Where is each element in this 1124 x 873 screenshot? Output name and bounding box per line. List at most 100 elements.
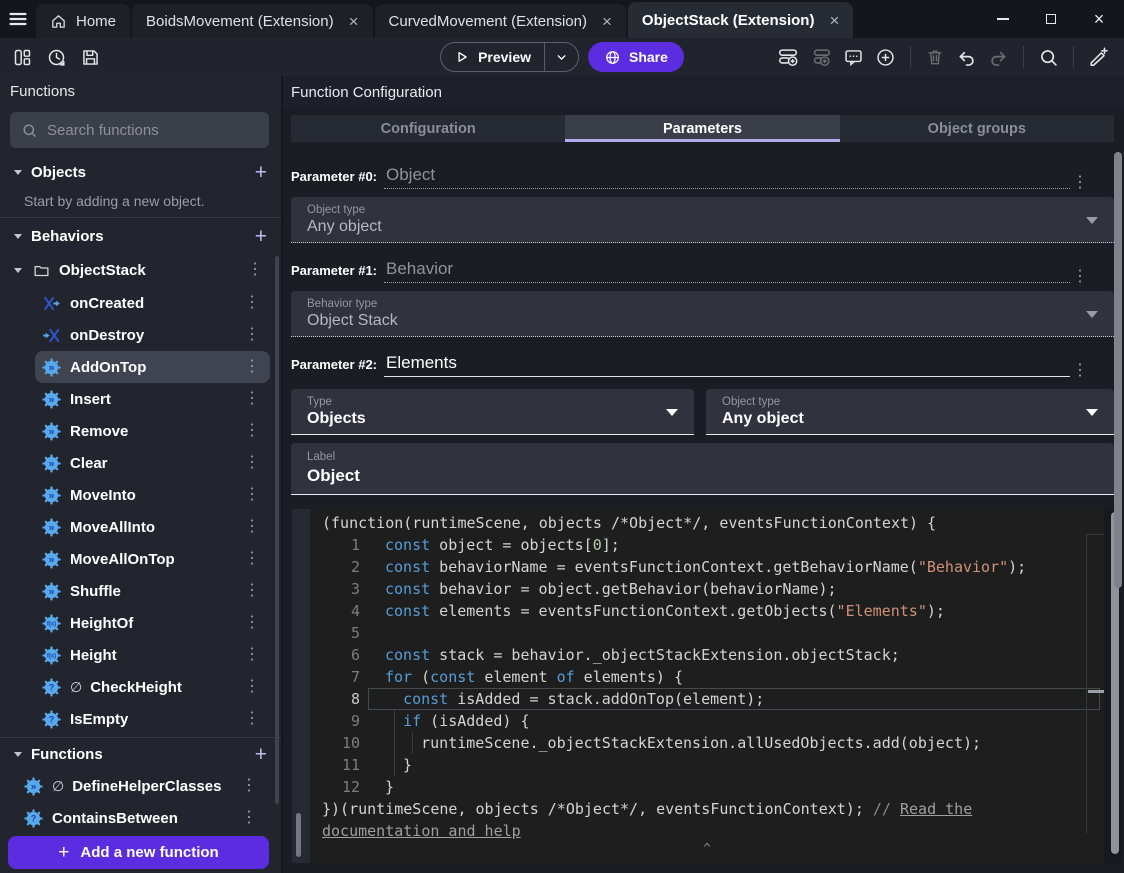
function-item-moveinto[interactable]: » MoveInto ⋮ (35, 479, 270, 511)
kebab-menu-icon[interactable]: ⋮ (241, 647, 263, 663)
add-event-icon[interactable] (777, 46, 799, 68)
code-line[interactable]: 9 if (isAdded) { (310, 710, 1104, 732)
save-icon[interactable] (80, 47, 101, 68)
kebab-menu-icon[interactable]: ⋮ (241, 487, 263, 503)
close-icon[interactable]: × (602, 13, 612, 30)
code-line[interactable]: 7 for (const element of elements) { (310, 666, 1104, 688)
tab-parameters[interactable]: Parameters (565, 115, 840, 142)
kebab-menu-icon[interactable]: ⋮ (1072, 360, 1088, 380)
code-line[interactable]: 12} (310, 776, 1104, 798)
preview-options-button[interactable] (545, 51, 578, 64)
sidebar-scrollbar[interactable] (275, 256, 279, 804)
kebab-menu-icon[interactable]: ⋮ (238, 778, 260, 794)
undo-icon[interactable] (956, 47, 977, 68)
code-line[interactable]: 6 const stack = behavior._objectStackExte… (310, 644, 1104, 666)
editor-left-scroll-thumb[interactable] (296, 813, 301, 857)
add-subevent-icon[interactable] (810, 46, 832, 68)
share-button[interactable]: Share (588, 42, 684, 72)
kebab-menu-icon[interactable]: ⋮ (241, 615, 263, 631)
parameter-2-name-input[interactable]: Elements (384, 353, 1070, 377)
kebab-menu-icon[interactable]: ⋮ (1072, 266, 1088, 286)
kebab-menu-icon[interactable]: ⋮ (241, 519, 263, 535)
kebab-menu-icon[interactable]: ⋮ (241, 327, 263, 343)
add-behavior-button[interactable]: + (255, 226, 267, 247)
add-object-button[interactable]: + (255, 162, 267, 183)
kebab-menu-icon[interactable]: ⋮ (241, 455, 263, 471)
code-line[interactable]: 3 const behavior = object.getBehavior(beh… (310, 578, 1104, 600)
documentation-link[interactable]: documentation and help (322, 822, 521, 840)
code-line[interactable]: })(runtimeScene, objects /*Object*/, eve… (310, 798, 1104, 820)
code-editor[interactable]: (function(runtimeScene, objects /*Object… (292, 509, 1122, 863)
function-item-moveallinto[interactable]: » MoveAllInto ⋮ (35, 511, 270, 543)
documentation-link[interactable]: Read the (900, 800, 972, 818)
add-comment-icon[interactable] (843, 47, 864, 68)
function-item-ondestroy[interactable]: onDestroy ⋮ (35, 319, 270, 351)
code-line[interactable]: (function(runtimeScene, objects /*Object… (310, 512, 1104, 534)
kebab-menu-icon[interactable]: ⋮ (241, 711, 263, 727)
add-circle-icon[interactable] (875, 47, 896, 68)
hamburger-menu-icon[interactable] (0, 0, 36, 38)
code-line[interactable]: 10 runtimeScene._objectStackExtension.al… (310, 732, 1104, 754)
code-line[interactable]: 1 const object = objects[0]; (310, 534, 1104, 556)
kebab-menu-icon[interactable]: ⋮ (241, 391, 263, 407)
add-function-plus-button[interactable]: + (255, 744, 267, 765)
kebab-menu-icon[interactable]: ⋮ (241, 551, 263, 567)
tab-configuration[interactable]: Configuration (291, 115, 565, 142)
kebab-menu-icon[interactable]: ⋮ (241, 679, 263, 695)
function-item-addontop[interactable]: » AddOnTop ⋮ (35, 351, 270, 383)
code-line[interactable]: 4 const elements = eventsFunctionContext.… (310, 600, 1104, 622)
panel-scrollbar-thumb[interactable] (1114, 152, 1122, 588)
behavior-type-select[interactable]: Behavior type Object Stack (291, 291, 1114, 337)
kebab-menu-icon[interactable]: ⋮ (241, 359, 263, 375)
behavior-folder-objectstack[interactable]: ObjectStack ⋮ (10, 254, 270, 286)
window-minimize-button[interactable] (994, 10, 1012, 28)
code-line[interactable]: 2 const behaviorName = eventsFunctionCont… (310, 556, 1104, 578)
label-field[interactable]: Label Object (291, 443, 1114, 495)
panels-layout-icon[interactable] (12, 47, 33, 68)
kebab-menu-icon[interactable]: ⋮ (241, 423, 263, 439)
function-item-remove[interactable]: » Remove ⋮ (35, 415, 270, 447)
function-item-height[interactable]: f(x) Height ⋮ (35, 639, 270, 671)
close-icon[interactable]: × (349, 13, 359, 30)
kebab-menu-icon[interactable]: ⋮ (1072, 172, 1088, 192)
kebab-menu-icon[interactable]: ⋮ (244, 262, 266, 278)
window-maximize-button[interactable] (1042, 10, 1060, 28)
window-close-button[interactable]: × (1090, 10, 1108, 28)
kebab-menu-icon[interactable]: ⋮ (238, 810, 260, 826)
redo-icon[interactable] (988, 47, 1009, 68)
tab-object-groups[interactable]: Object groups (840, 115, 1114, 142)
editor-content[interactable]: (function(runtimeScene, objects /*Object… (310, 509, 1104, 863)
code-line[interactable]: 5 (310, 622, 1104, 644)
editor-expand-caret[interactable]: ^ (703, 837, 710, 859)
functions-section-header[interactable]: Functions + (0, 739, 281, 769)
object-type-select-2[interactable]: Object type Any object (706, 389, 1114, 435)
function-item-isempty[interactable]: ? IsEmpty ⋮ (35, 703, 270, 735)
add-new-function-button[interactable]: + Add a new function (8, 836, 269, 869)
search-functions-box[interactable] (10, 112, 269, 148)
code-line[interactable]: 11 } (310, 754, 1104, 776)
function-item-insert[interactable]: » Insert ⋮ (35, 383, 270, 415)
function-item-moveallontop[interactable]: » MoveAllOnTop ⋮ (35, 543, 270, 575)
function-item-definehelperclasses[interactable]: » ∅ DefineHelperClasses ⋮ (14, 770, 270, 802)
search-icon[interactable] (1038, 47, 1059, 68)
history-icon[interactable] (46, 47, 67, 68)
tab-curvedmovement[interactable]: CurvedMovement (Extension) × (374, 4, 626, 38)
function-item-containsbetween[interactable]: ? ContainsBetween ⋮ (14, 802, 270, 834)
function-item-shuffle[interactable]: » Shuffle ⋮ (35, 575, 270, 607)
objects-section-header[interactable]: Objects + (0, 155, 281, 189)
type-select[interactable]: Type Objects (291, 389, 694, 435)
magic-pen-icon[interactable] (1088, 46, 1110, 68)
object-type-select[interactable]: Object type Any object (291, 197, 1114, 243)
function-item-heightof[interactable]: f(x) HeightOf ⋮ (35, 607, 270, 639)
tab-home[interactable]: Home (36, 4, 131, 38)
code-line[interactable]: 8 const isAdded = stack.addOnTop(element… (310, 688, 1104, 710)
parameter-0-name-input[interactable]: Object (384, 165, 1070, 189)
function-item-checkheight[interactable]: ? ∅ CheckHeight ⋮ (35, 671, 270, 703)
function-item-oncreated[interactable]: onCreated ⋮ (35, 287, 270, 319)
close-icon[interactable]: × (829, 12, 839, 29)
delete-icon[interactable] (925, 47, 945, 67)
behaviors-section-header[interactable]: Behaviors + (0, 219, 281, 253)
search-input[interactable] (47, 121, 258, 139)
function-item-clear[interactable]: » Clear ⋮ (35, 447, 270, 479)
tab-boidsmovement[interactable]: BoidsMovement (Extension) × (132, 4, 373, 38)
